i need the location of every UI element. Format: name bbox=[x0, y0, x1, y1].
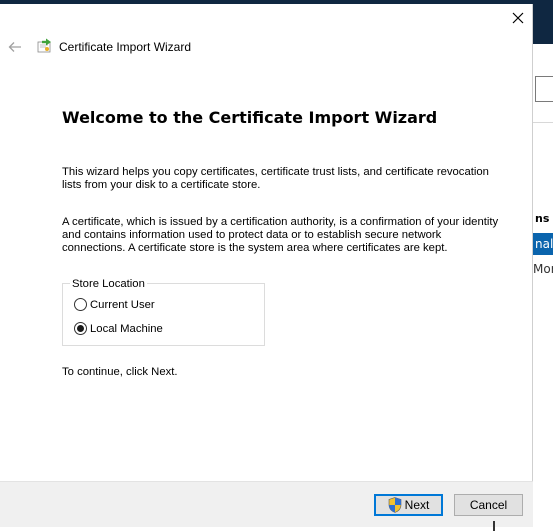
background-resize-handle bbox=[493, 521, 495, 531]
cancel-button-label: Cancel bbox=[469, 498, 508, 512]
background-titlebar-dark bbox=[533, 0, 553, 44]
store-location-group: Store Location Current User Local Machin… bbox=[62, 278, 265, 346]
background-window: ns nal More bbox=[533, 0, 553, 531]
background-divider bbox=[533, 122, 553, 123]
background-column-header: ns bbox=[535, 212, 550, 225]
store-location-legend: Store Location bbox=[70, 278, 147, 290]
uac-shield-icon bbox=[388, 497, 401, 513]
back-arrow-icon bbox=[8, 42, 21, 52]
cancel-button[interactable]: Cancel bbox=[454, 494, 523, 516]
close-icon bbox=[512, 12, 524, 24]
wizard-footer: Next Cancel bbox=[0, 481, 533, 527]
radio-button-checked-icon[interactable] bbox=[74, 322, 87, 335]
page-heading: Welcome to the Certificate Import Wizard bbox=[62, 108, 438, 127]
next-button[interactable]: Next bbox=[374, 494, 443, 516]
background-input-field[interactable] bbox=[535, 76, 553, 102]
next-button-label: Next bbox=[404, 498, 430, 512]
intro-paragraph: This wizard helps you copy certificates,… bbox=[62, 166, 489, 191]
back-button[interactable] bbox=[6, 38, 24, 56]
radio-local-machine[interactable]: Local Machine bbox=[74, 322, 163, 335]
certificate-description-paragraph: A certificate, which is issued by a cert… bbox=[62, 216, 499, 254]
close-button[interactable] bbox=[503, 4, 533, 32]
radio-label: Local Machine bbox=[90, 322, 163, 335]
certificate-icon bbox=[37, 38, 51, 53]
window-title: Certificate Import Wizard bbox=[59, 40, 192, 54]
radio-label: Current User bbox=[90, 298, 155, 311]
certificate-import-wizard-dialog: Certificate Import Wizard Welcome to the… bbox=[0, 4, 533, 527]
continue-instruction: To continue, click Next. bbox=[62, 366, 178, 378]
background-selected-row[interactable]: nal bbox=[533, 233, 553, 255]
radio-current-user[interactable]: Current User bbox=[74, 298, 155, 311]
radio-button-icon[interactable] bbox=[74, 298, 87, 311]
background-more-text: More bbox=[533, 262, 553, 276]
